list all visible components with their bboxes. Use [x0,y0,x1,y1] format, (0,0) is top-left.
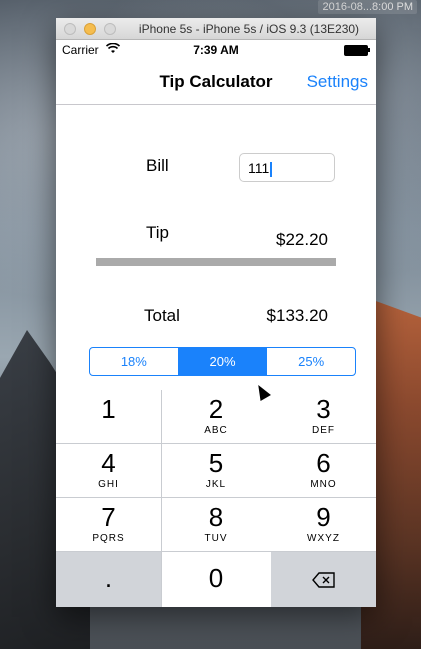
key-digit: 9 [316,502,331,532]
tip-amount: $22.20 [276,230,328,249]
bill-amount-value: 111 [248,160,270,176]
battery-icon [344,45,370,56]
numeric-keypad: 1 2 ABC 3 DEF 4 GHI 5 JKL 6 MNO 7 PQRS 8 TUV 9W… [56,390,376,607]
key-digit: 4 [101,448,116,478]
menu-bar-clock: 2016-08...8:00 PM [318,0,417,14]
key-letters: MNO [310,479,337,490]
key-letters: GHI [98,479,119,490]
key-2[interactable]: 2 ABC [161,390,271,443]
key-letters: WXYZ [307,533,340,544]
window-title: iPhone 5s - iPhone 5s / iOS 9.3 (13E230) [138,22,360,36]
key-delete[interactable] [271,552,376,607]
key-0[interactable]: 0 [161,552,271,607]
navigation-bar: Tip Calculator Settings [56,60,376,105]
maximize-window-button[interactable] [104,23,116,35]
iphone-screen: Carrier 7:39 AM Tip Calculator Settings … [56,40,376,607]
bill-amount-field[interactable]: 111 [239,153,335,182]
simulator-window: iPhone 5s - iPhone 5s / iOS 9.3 (13E230)… [56,18,376,607]
total-amount: $133.20 [266,306,328,325]
key-8[interactable]: 8 TUV [161,498,271,551]
key-9[interactable]: 9 WXYZ [271,498,376,551]
status-time: 7:39 AM [193,43,239,57]
key-7[interactable]: 7 PQRS [56,498,161,551]
settings-button[interactable]: Settings [307,72,368,92]
delete-icon [271,552,376,591]
tip-option-25[interactable]: 25% [266,348,355,375]
key-letters: ABC [204,425,228,436]
tip-option-18[interactable]: 18% [90,348,178,375]
bill-label: Bill [146,156,169,175]
close-window-button[interactable] [64,23,76,35]
key-letters: PQRS [92,533,125,544]
key-3[interactable]: 3 DEF [271,390,376,443]
key-5[interactable]: 5 JKL [161,444,271,497]
key-letters: DEF [312,425,335,436]
key-digit: 2 [208,394,224,424]
key-digit: 1 [101,394,116,424]
tip-option-20[interactable]: 20% [177,348,267,375]
key-letters: JKL [205,479,227,490]
total-label: Total [144,306,180,325]
window-titlebar[interactable]: iPhone 5s - iPhone 5s / iOS 9.3 (13E230) [56,18,376,40]
key-digit: 5 [208,448,224,478]
key-digit: 0 [208,563,224,593]
key-digit: . [104,563,113,593]
minimize-window-button[interactable] [84,23,96,35]
tip-label: Tip [146,223,169,242]
key-6[interactable]: 6 MNO [271,444,376,497]
key-letters: TUV [204,533,228,544]
key-digit: 7 [101,502,116,532]
tip-percentage-control: 18% 20% 25% [89,347,356,376]
key-1[interactable]: 1 [56,390,161,443]
status-bar: Carrier 7:39 AM [56,40,376,60]
text-cursor [270,161,273,177]
key-digit: 8 [208,502,224,532]
tip-divider-bar [96,258,336,266]
key-decimal[interactable]: . [56,552,161,607]
key-4[interactable]: 4 GHI [56,444,161,497]
key-digit: 6 [316,448,331,478]
key-digit: 3 [316,394,331,424]
